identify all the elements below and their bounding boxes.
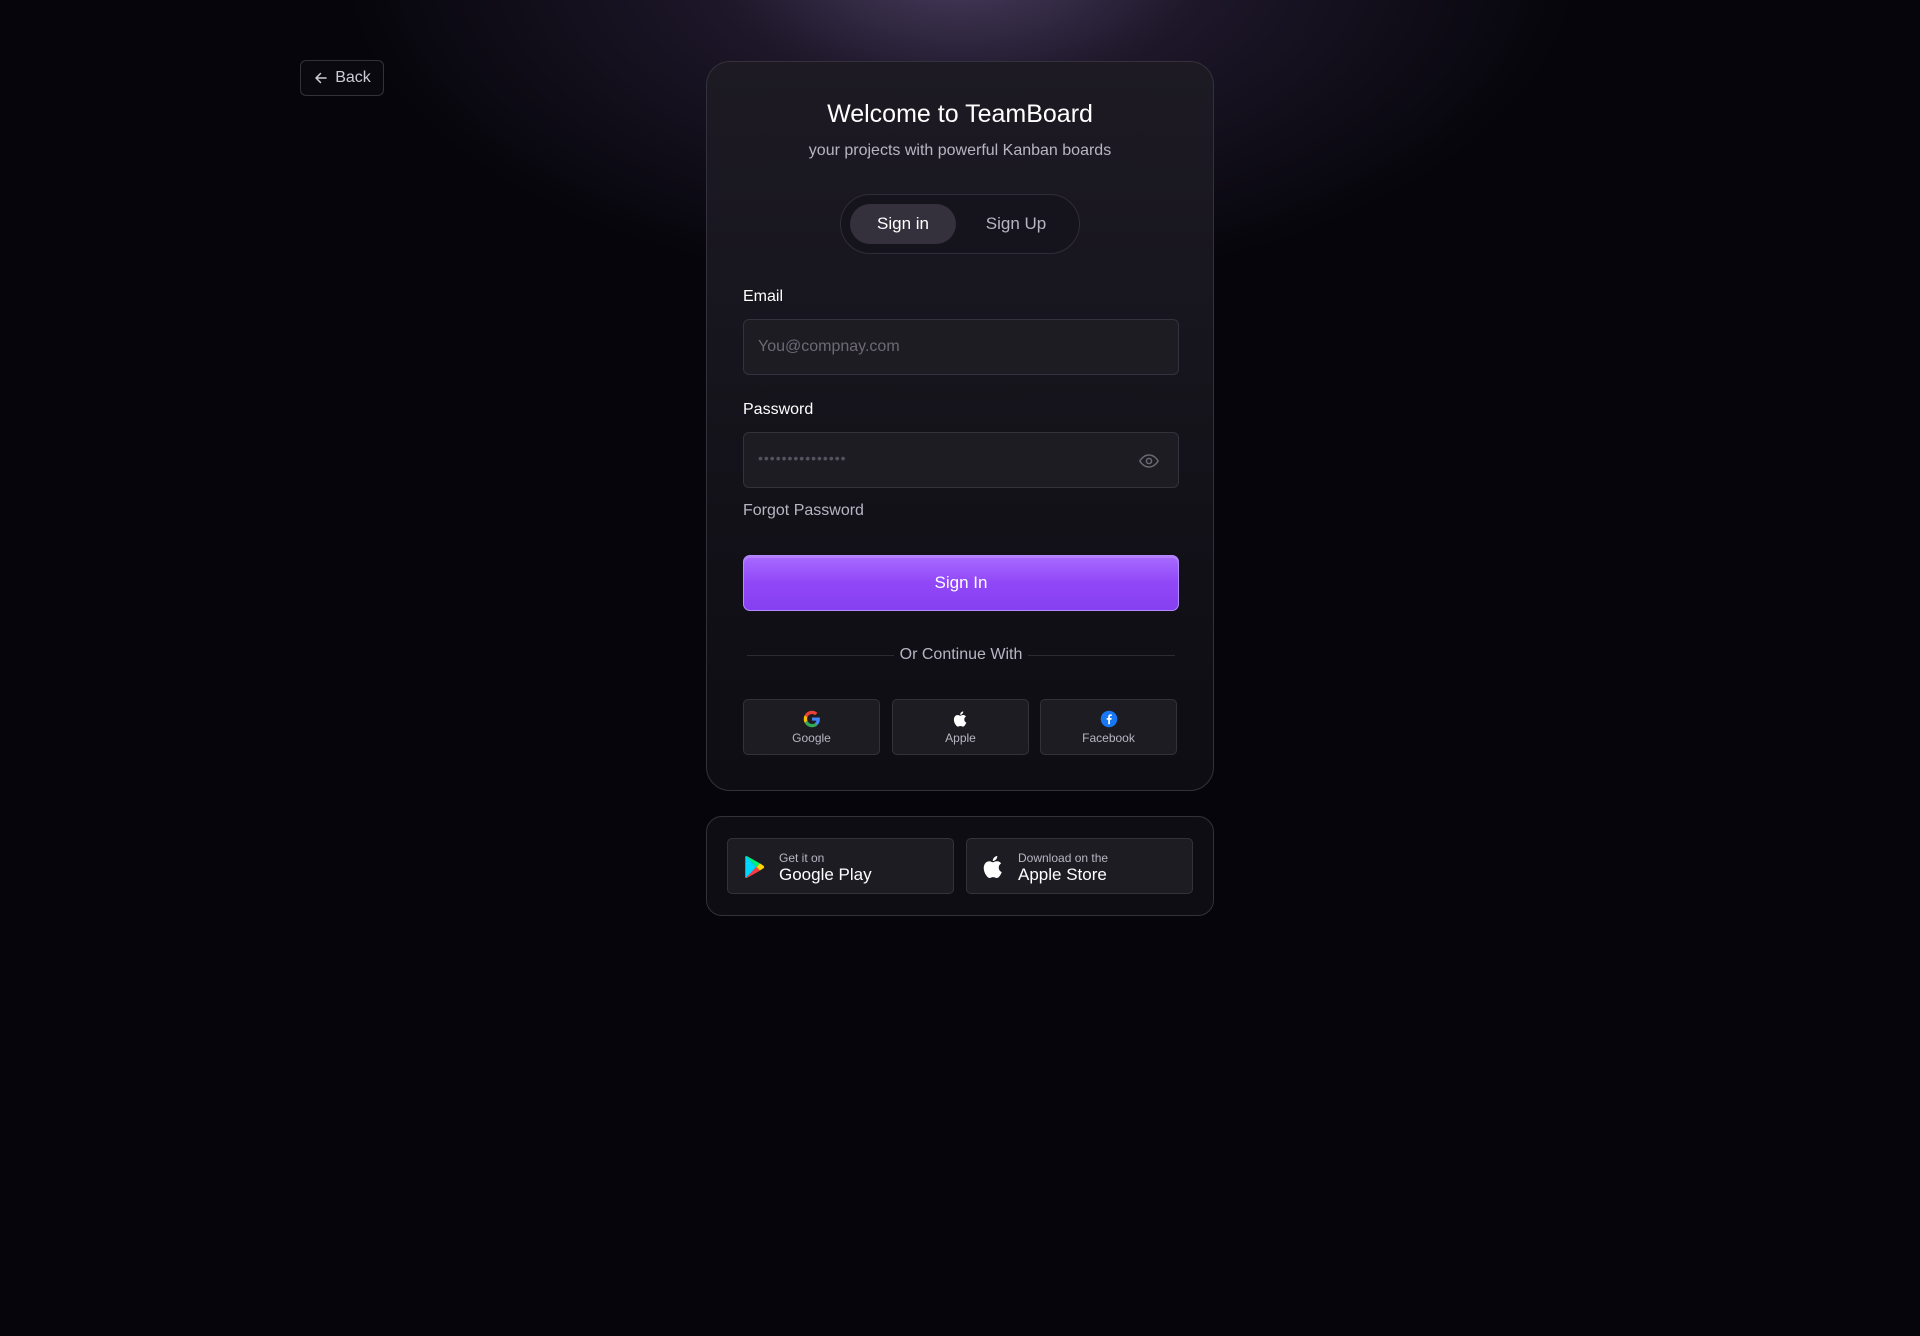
apple-label: Apple: [945, 730, 976, 745]
apple-icon: [953, 710, 966, 727]
facebook-login-button[interactable]: Facebook: [1040, 699, 1177, 755]
back-button[interactable]: Back: [300, 60, 384, 96]
facebook-label: Facebook: [1082, 730, 1135, 745]
back-label: Back: [335, 69, 371, 86]
apple-store-small-label: Download on the: [1018, 851, 1109, 865]
page-title: Welcome to TeamBoard: [827, 100, 1093, 128]
or-divider: Or Continue With: [747, 645, 1175, 665]
google-play-label: Google Play: [779, 865, 872, 884]
eye-icon[interactable]: [1138, 450, 1160, 472]
arrow-left-icon: [315, 72, 327, 84]
page-subtitle: your projects with powerful Kanban board…: [808, 142, 1112, 159]
google-icon: [803, 710, 820, 727]
apple-icon: [983, 855, 1002, 878]
divider-line-right: [1028, 654, 1175, 656]
password-label: Password: [743, 401, 814, 418]
forgot-password-link[interactable]: Forgot Password: [743, 502, 864, 520]
app-store-panel: Get it on Google Play Download on the Ap…: [706, 816, 1214, 916]
google-login-button[interactable]: Google: [743, 699, 880, 755]
google-play-icon: [745, 855, 765, 879]
google-play-small-label: Get it on: [779, 851, 825, 865]
divider-line-left: [747, 654, 894, 656]
google-play-button[interactable]: Get it on Google Play: [727, 838, 954, 894]
sign-in-button[interactable]: Sign In: [743, 555, 1179, 611]
tab-sign-up[interactable]: Sign Up: [962, 204, 1070, 244]
email-label: Email: [743, 288, 784, 305]
email-field[interactable]: [744, 320, 1178, 374]
apple-store-button[interactable]: Download on the Apple Store: [966, 838, 1193, 894]
facebook-icon: [1100, 710, 1117, 727]
auth-mode-toggle: Sign in Sign Up: [840, 194, 1080, 254]
apple-store-label: Apple Store: [1018, 865, 1107, 884]
divider-label: Or Continue With: [899, 646, 1023, 663]
google-label: Google: [792, 730, 831, 745]
password-mask: •••••••••••••••: [758, 450, 847, 466]
auth-card: Welcome to TeamBoard your projects with …: [706, 61, 1214, 791]
password-field[interactable]: •••••••••••••••: [743, 432, 1179, 488]
apple-login-button[interactable]: Apple: [892, 699, 1029, 755]
email-field-wrapper: [743, 319, 1179, 375]
tab-sign-in[interactable]: Sign in: [850, 204, 956, 244]
